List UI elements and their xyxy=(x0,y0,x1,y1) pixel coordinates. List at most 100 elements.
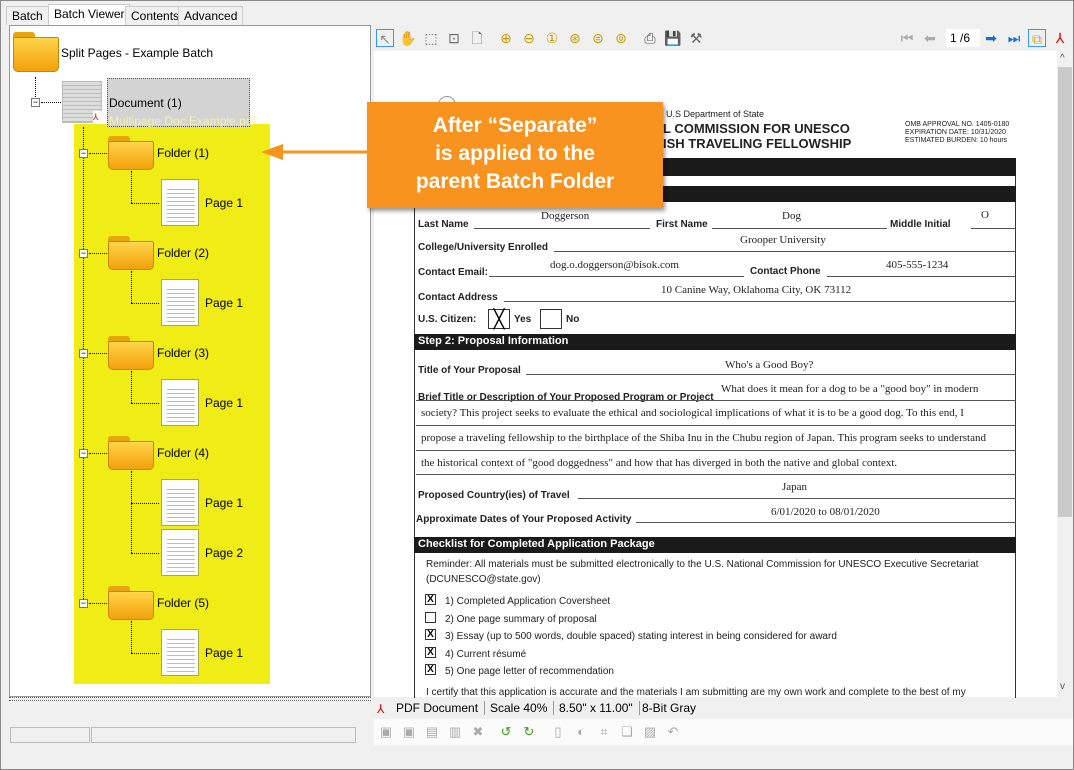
thumbnails-icon[interactable]: ⧉ xyxy=(1028,29,1046,47)
section-header: Step 2: Proposal Information xyxy=(414,334,1016,350)
save-icon[interactable]: 💾 xyxy=(664,29,682,47)
collapse-icon[interactable]: − xyxy=(31,98,40,107)
vertical-scrollbar[interactable]: ^ v xyxy=(1057,51,1073,697)
tree-page-label[interactable]: Page 1 xyxy=(205,496,243,510)
pdf-icon[interactable]: ⅄ xyxy=(1051,29,1069,47)
label: Title of Your Proposal xyxy=(418,365,521,376)
zoom-actual-icon[interactable]: ① xyxy=(543,29,561,47)
crop-icon[interactable]: ⌗ xyxy=(596,724,612,740)
zoom-fit-icon[interactable]: ⊛ xyxy=(566,29,584,47)
reminder-text: (DCUNESCO@state.gov) xyxy=(426,574,541,585)
tab-batch-viewer[interactable]: Batch Viewer xyxy=(48,4,131,26)
select-tool-icon[interactable]: ↖ xyxy=(376,29,394,47)
callout-line: is applied to the xyxy=(435,142,595,165)
collapse-icon[interactable]: − xyxy=(79,449,88,458)
label: Contact Email: xyxy=(418,267,489,278)
field-country: Japan xyxy=(782,481,808,493)
page-thumbnail[interactable] xyxy=(161,379,199,426)
section-header: Checklist for Completed Application Pack… xyxy=(414,537,1016,553)
next-page-icon[interactable]: ➡ xyxy=(982,29,1000,47)
tree-folder-label[interactable]: Folder (5) xyxy=(157,596,209,610)
tree-page-label[interactable]: Page 1 xyxy=(205,296,243,310)
contrast-icon[interactable]: ◐ xyxy=(573,724,589,740)
tree-folder-label[interactable]: Folder (3) xyxy=(157,346,209,360)
tree-root-label[interactable]: Split Pages - Example Batch xyxy=(61,46,213,60)
pdf-icon: ⅄ xyxy=(377,702,385,716)
page-thumbnail[interactable] xyxy=(161,529,199,576)
fit-height-icon[interactable]: ⊚ xyxy=(612,29,630,47)
callout-line: After “Separate” xyxy=(432,114,598,137)
tab-advanced[interactable]: Advanced xyxy=(178,6,244,25)
field-email: dog.o.doggerson@bisok.com xyxy=(550,259,679,271)
page-thumbnail[interactable] xyxy=(161,479,199,526)
label: Last Name xyxy=(418,219,469,230)
rotate-right-icon[interactable]: ↻ xyxy=(521,724,537,740)
tree-page-label[interactable]: Page 2 xyxy=(205,546,243,560)
region-select-icon[interactable]: ⬚ xyxy=(422,29,440,47)
collapse-icon[interactable]: − xyxy=(79,599,88,608)
tree-folder-label[interactable]: Folder (1) xyxy=(157,146,209,160)
tree-folder-label[interactable]: Folder (2) xyxy=(157,246,209,260)
status-doc-type: PDF Document xyxy=(396,701,486,715)
tab-contents[interactable]: Contents xyxy=(125,6,186,25)
image-tool-icon[interactable]: ▥ xyxy=(447,724,463,740)
page-total: /6 xyxy=(960,31,971,45)
tree-page-label[interactable]: Page 1 xyxy=(205,646,243,660)
zoom-page-icon[interactable]: 🗋 xyxy=(468,29,486,47)
collapse-icon[interactable]: − xyxy=(79,349,88,358)
checklist-checkbox: X xyxy=(425,664,436,675)
page-number-input[interactable]: 1 xyxy=(950,31,957,45)
doc-omb: OMB APPROVAL NO. 1405-0180 xyxy=(905,121,1010,128)
field-phone: 405-555-1234 xyxy=(886,259,949,271)
tools-icon[interactable]: ⚒ xyxy=(687,29,705,47)
zoom-region-icon[interactable]: ⊡ xyxy=(445,29,463,47)
image-tool-icon[interactable]: ▨ xyxy=(642,724,658,740)
tab-batch[interactable]: Batch xyxy=(6,6,49,25)
page-thumbnail[interactable] xyxy=(161,279,199,326)
page-thumbnail[interactable] xyxy=(161,629,199,676)
checklist-checkbox: X xyxy=(425,594,436,605)
copy-icon[interactable]: ❏ xyxy=(619,724,635,740)
status-bar: ⅄ PDF Document Scale 40% 8.50" x 11.00" … xyxy=(374,698,1073,719)
checklist-item: 3) Essay (up to 500 words, double spaced… xyxy=(445,631,837,642)
print-icon[interactable]: ⎙ xyxy=(641,29,659,47)
collapse-icon[interactable]: − xyxy=(79,149,88,158)
delete-icon[interactable]: ✖ xyxy=(470,724,486,740)
folder-icon xyxy=(108,236,154,270)
field-brief: the historical context of "good doggedne… xyxy=(421,457,898,469)
image-tool-icon[interactable]: ▤ xyxy=(424,724,440,740)
status-field xyxy=(10,727,90,743)
pan-hand-icon[interactable]: ✋ xyxy=(399,29,417,47)
status-color-depth: 8-Bit Gray xyxy=(642,701,697,715)
checklist-item: 2) One page summary of proposal xyxy=(445,613,597,625)
prev-page-icon[interactable]: ⬅ xyxy=(921,29,939,47)
checklist-checkbox: X xyxy=(425,646,436,658)
doc-title: ISH TRAVELING FELLOWSHIP xyxy=(663,136,852,151)
status-field xyxy=(91,727,356,743)
collapse-icon[interactable]: − xyxy=(79,249,88,258)
image-tool-icon[interactable]: ▣ xyxy=(401,724,417,740)
field-brief: What does it mean for a dog to be a "goo… xyxy=(721,383,979,395)
splitter[interactable] xyxy=(9,697,371,701)
label: U.S. Citizen: xyxy=(418,314,477,325)
image-tool-icon[interactable]: ▣ xyxy=(378,724,394,740)
tree-folder-label[interactable]: Folder (4) xyxy=(157,446,209,460)
page-thumbnail[interactable] xyxy=(161,179,199,226)
last-page-icon[interactable]: ⏭ xyxy=(1005,29,1023,47)
tree-page-label[interactable]: Page 1 xyxy=(205,196,243,210)
image-tool-icon[interactable]: ▯ xyxy=(550,724,566,740)
rotate-left-icon[interactable]: ↺ xyxy=(498,724,514,740)
viewer-toolbar: ↖ ✋ ⬚ ⊡ 🗋 ⊕ ⊖ ① ⊛ ⊜ ⊚ ⎙ 💾 ⚒ ⏮ ⬅ 1 /6 ➡ ⏭… xyxy=(374,26,1073,50)
certify-text: I certify that this application is accur… xyxy=(426,687,966,697)
fit-width-icon[interactable]: ⊜ xyxy=(589,29,607,47)
first-page-icon[interactable]: ⏮ xyxy=(898,29,916,47)
checklist-item: 5) One page letter of recommendation xyxy=(445,666,614,677)
zoom-in-icon[interactable]: ⊕ xyxy=(497,29,515,47)
field-last-name: Doggerson xyxy=(541,210,590,222)
doc-burden: ESTIMATED BURDEN: 10 hours xyxy=(905,137,1008,144)
label: Proposed Country(ies) of Travel xyxy=(418,490,570,501)
undo-icon[interactable]: ↶ xyxy=(665,724,681,740)
tree-page-label[interactable]: Page 1 xyxy=(205,396,243,410)
folder-icon xyxy=(108,136,154,170)
zoom-out-icon[interactable]: ⊖ xyxy=(520,29,538,47)
